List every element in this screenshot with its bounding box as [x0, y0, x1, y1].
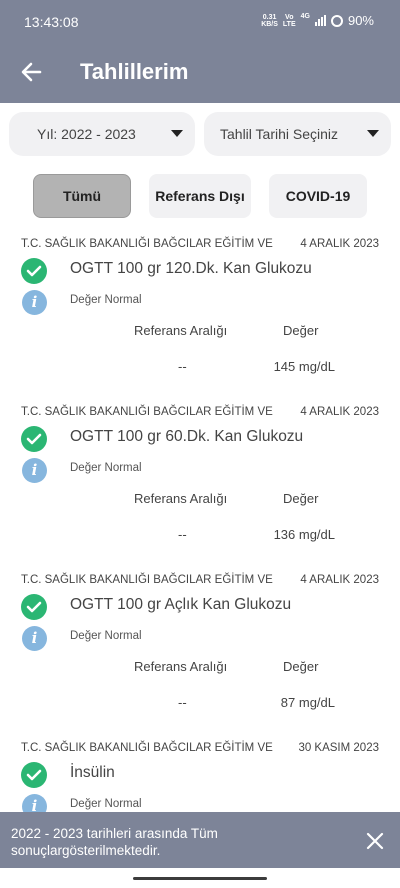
result-card[interactable]: T.C. SAĞLIK BAKANLIĞI BAĞCILAR EĞİTİM VE…: [0, 742, 400, 819]
date-dropdown-label: Tahlil Tarihi Seçiniz: [220, 126, 339, 142]
test-name: OGTT 100 gr 120.Dk. Kan Glukozu: [70, 260, 312, 277]
close-icon[interactable]: [366, 832, 384, 850]
year-dropdown[interactable]: Yıl: 2022 - 2023: [9, 112, 195, 156]
check-icon: [21, 594, 47, 620]
tab-covid-19[interactable]: COVID-19: [269, 174, 367, 218]
test-name: İnsülin: [70, 764, 115, 781]
result-value: 87 mg/dL: [280, 695, 335, 710]
value-header: Değer: [283, 491, 319, 506]
institution-name: T.C. SAĞLIK BAKANLIĞI BAĞCILAR EĞİTİM VE: [21, 238, 273, 250]
reference-range-header: Referans Aralığı: [134, 323, 228, 338]
result-status: Değer Normal: [70, 798, 142, 810]
page-title: Tahlillerim: [80, 59, 189, 84]
arrow-left-icon[interactable]: [18, 58, 46, 86]
result-value: 145 mg/dL: [273, 359, 335, 374]
info-icon[interactable]: i: [22, 290, 47, 315]
result-date: 4 ARALIK 2023: [300, 238, 379, 250]
result-status: Değer Normal: [70, 462, 142, 474]
reference-range-header: Referans Aralığı: [134, 659, 228, 674]
result-status: Değer Normal: [70, 294, 142, 306]
result-date: 4 ARALIK 2023: [300, 574, 379, 586]
institution-name: T.C. SAĞLIK BAKANLIĞI BAĞCILAR EĞİTİM VE: [21, 574, 273, 586]
home-indicator[interactable]: [133, 877, 267, 880]
institution-name: T.C. SAĞLIK BAKANLIĞI BAĞCILAR EĞİTİM VE: [21, 742, 273, 754]
result-status: Değer Normal: [70, 630, 142, 642]
test-name: OGTT 100 gr Açlık Kan Glukozu: [70, 596, 292, 613]
result-date: 4 ARALIK 2023: [300, 406, 379, 418]
app-bar: Tahlillerim: [0, 42, 400, 103]
test-name: OGTT 100 gr 60.Dk. Kan Glukozu: [70, 428, 304, 445]
battery-level: 90%: [347, 13, 374, 28]
institution-name: T.C. SAĞLIK BAKANLIĞI BAĞCILAR EĞİTİM VE: [21, 406, 273, 418]
battery-icon: [330, 14, 343, 27]
status-time: 13:43:08: [24, 14, 79, 30]
result-date: 30 KASIM 2023: [298, 742, 379, 754]
info-snackbar: 2022 - 2023 tarihleri arasında Tüm sonuç…: [0, 812, 400, 868]
status-bar: 13:43:08 0.31 KB/S Vo LTE 4G 90%: [0, 0, 400, 42]
signal-type-label: 4G: [300, 13, 310, 20]
tab-out-of-reference[interactable]: Referans Dışı: [149, 174, 251, 218]
value-header: Değer: [283, 323, 319, 338]
result-card[interactable]: T.C. SAĞLIK BAKANLIĞI BAĞCILAR EĞİTİM VE…: [0, 406, 400, 574]
volte-indicator: Vo LTE: [282, 13, 296, 28]
result-value: 136 mg/dL: [273, 527, 335, 542]
signal-icon: [314, 15, 326, 26]
status-icons: 0.31 KB/S Vo LTE 4G 90%: [261, 13, 374, 28]
network-speed-indicator: 0.31 KB/S: [261, 13, 278, 28]
date-dropdown[interactable]: Tahlil Tarihi Seçiniz: [204, 112, 391, 156]
result-card[interactable]: T.C. SAĞLIK BAKANLIĞI BAĞCILAR EĞİTİM VE…: [0, 238, 400, 406]
snackbar-message: 2022 - 2023 tarihleri arasında Tüm sonuç…: [11, 826, 218, 858]
check-icon: [21, 426, 47, 452]
check-icon: [21, 762, 47, 788]
chevron-down-icon: [171, 130, 183, 137]
reference-range-value: --: [178, 695, 187, 710]
chevron-down-icon: [367, 130, 379, 137]
year-dropdown-label: Yıl: 2022 - 2023: [37, 126, 136, 142]
reference-range-value: --: [178, 527, 187, 542]
check-icon: [21, 258, 47, 284]
result-card[interactable]: T.C. SAĞLIK BAKANLIĞI BAĞCILAR EĞİTİM VE…: [0, 574, 400, 742]
info-icon[interactable]: i: [22, 626, 47, 651]
value-header: Değer: [283, 659, 319, 674]
reference-range-value: --: [178, 359, 187, 374]
info-icon[interactable]: i: [22, 458, 47, 483]
tab-all[interactable]: Tümü: [33, 174, 131, 218]
reference-range-header: Referans Aralığı: [134, 491, 228, 506]
system-nav-bar: [0, 868, 400, 888]
